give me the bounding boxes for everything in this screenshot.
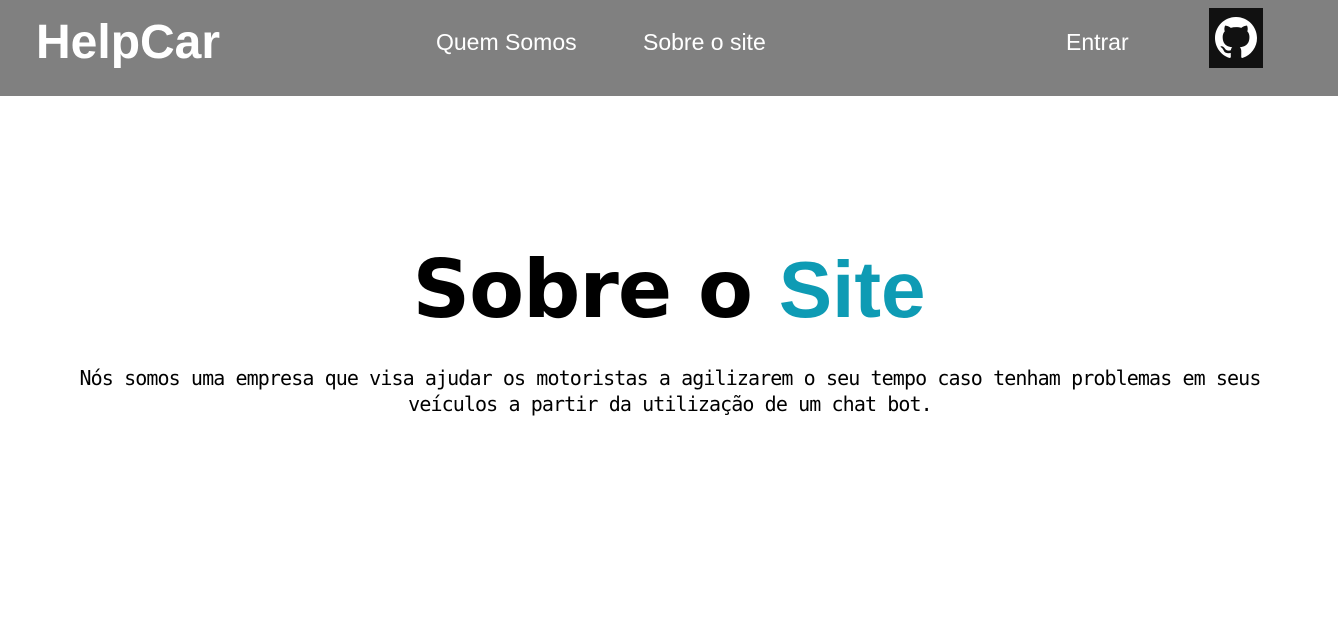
brand-logo[interactable]: HelpCar [36, 15, 220, 71]
header-bar: HelpCar Quem Somos Sobre o site Entrar [0, 0, 1338, 96]
nav-sobre-o-site[interactable]: Sobre o site [643, 27, 766, 57]
page-title-accent: Site [778, 245, 926, 334]
about-description: Nós somos uma empresa que visa ajudar os… [79, 366, 1262, 416]
page-title-text: Sobre o [412, 243, 779, 336]
github-icon [1215, 17, 1257, 58]
page-title: Sobre o Site [0, 244, 1338, 337]
github-link[interactable] [1209, 8, 1263, 68]
nav-quem-somos[interactable]: Quem Somos [436, 27, 577, 57]
nav-entrar[interactable]: Entrar [1066, 27, 1129, 57]
